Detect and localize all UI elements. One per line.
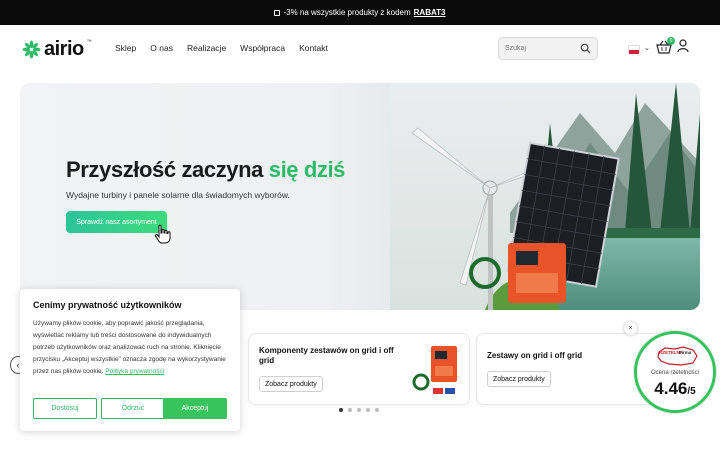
poland-map-icon bbox=[657, 346, 698, 366]
rating-label: Ocena rzetelności bbox=[650, 370, 700, 376]
hand-cursor-icon bbox=[154, 224, 171, 244]
promo-text: -3% na wszystkie produkty z kodem bbox=[283, 8, 411, 17]
category-card-components[interactable]: Komponenty zestawów on grid i off grid Z… bbox=[248, 333, 470, 405]
logo-wordmark: airio bbox=[44, 38, 84, 60]
carousel-dot[interactable] bbox=[366, 408, 370, 412]
main-nav: Sklep O nas Realizacje Współpraca Kontak… bbox=[115, 43, 328, 53]
hero-title-accent: się dziś bbox=[268, 157, 346, 182]
see-products-button[interactable]: Zobacz produkty bbox=[487, 371, 551, 387]
product-image bbox=[412, 346, 457, 394]
carousel-dot[interactable] bbox=[357, 408, 361, 412]
rating-value: 4.46 bbox=[654, 379, 688, 398]
promo-code[interactable]: RABAT3 bbox=[414, 8, 446, 17]
cookie-body: Używamy plików cookie, aby poprawić jako… bbox=[33, 320, 226, 375]
reliability-rating-badge[interactable]: RZETELNA Firma Ocena rzetelności 4.46/5 bbox=[634, 331, 716, 413]
card-title: Zestawy on grid i off grid bbox=[487, 351, 583, 360]
nav-item-realizacje[interactable]: Realizacje bbox=[187, 43, 226, 53]
hero-title-main: Przyszłość zaczyna bbox=[66, 157, 269, 182]
nav-item-wspolpraca[interactable]: Współpraca bbox=[240, 43, 285, 53]
airio-logo[interactable]: airio ™ bbox=[22, 38, 92, 61]
carousel-dot[interactable] bbox=[348, 408, 352, 412]
cookie-text: Używamy plików cookie, aby poprawić jako… bbox=[33, 318, 233, 378]
reject-button[interactable]: Odrzuć bbox=[101, 398, 165, 419]
logo-trademark: ™ bbox=[86, 38, 92, 45]
carousel-dot[interactable] bbox=[339, 408, 343, 412]
chevron-down-icon[interactable]: ⌄ bbox=[644, 44, 650, 52]
card-title: Komponenty zestawów on grid i off grid bbox=[259, 346, 394, 365]
cookie-title: Cenimy prywatność użytkowników bbox=[33, 300, 182, 310]
hero-title: Przyszłość zaczyna się dziś bbox=[66, 157, 345, 183]
search-input[interactable] bbox=[505, 45, 580, 52]
logo-icon bbox=[22, 40, 41, 59]
carousel-dots bbox=[339, 408, 379, 412]
cookie-consent-dialog: Cenimy prywatność użytkowników Używamy p… bbox=[20, 289, 240, 431]
tag-icon bbox=[274, 9, 281, 16]
rating-max: /5 bbox=[687, 386, 696, 397]
hero-subtitle: Wydajne turbiny i panele solarne dla świ… bbox=[66, 190, 290, 200]
rating-score: 4.46/5 bbox=[637, 379, 713, 399]
privacy-policy-link[interactable]: Polityka prywatności bbox=[105, 368, 164, 375]
carousel-dot[interactable] bbox=[375, 408, 379, 412]
close-icon[interactable]: × bbox=[624, 322, 637, 335]
shop-assortment-button[interactable]: Sprawdź nasz asortyment bbox=[66, 211, 167, 233]
pl-flag-icon[interactable] bbox=[628, 45, 640, 54]
cart-count-badge: 0 bbox=[667, 37, 675, 45]
see-products-button[interactable]: Zobacz produkty bbox=[259, 376, 323, 392]
customize-button[interactable]: Dostosuj bbox=[33, 398, 97, 419]
hero-banner: Przyszłość zaczyna się dziś Wydajne turb… bbox=[20, 83, 700, 310]
search-icon[interactable] bbox=[580, 43, 591, 54]
hero-image bbox=[390, 83, 700, 310]
user-icon[interactable] bbox=[677, 39, 689, 52]
rating-brand-firma: Firma bbox=[679, 350, 692, 355]
promo-bar: -3% na wszystkie produkty z kodem RABAT3 bbox=[0, 0, 720, 25]
nav-item-kontakt[interactable]: Kontakt bbox=[299, 43, 328, 53]
accept-button[interactable]: Akceptuj bbox=[163, 398, 227, 419]
nav-item-sklep[interactable]: Sklep bbox=[115, 43, 136, 53]
nav-item-o-nas[interactable]: O nas bbox=[150, 43, 173, 53]
search-box bbox=[498, 37, 598, 60]
